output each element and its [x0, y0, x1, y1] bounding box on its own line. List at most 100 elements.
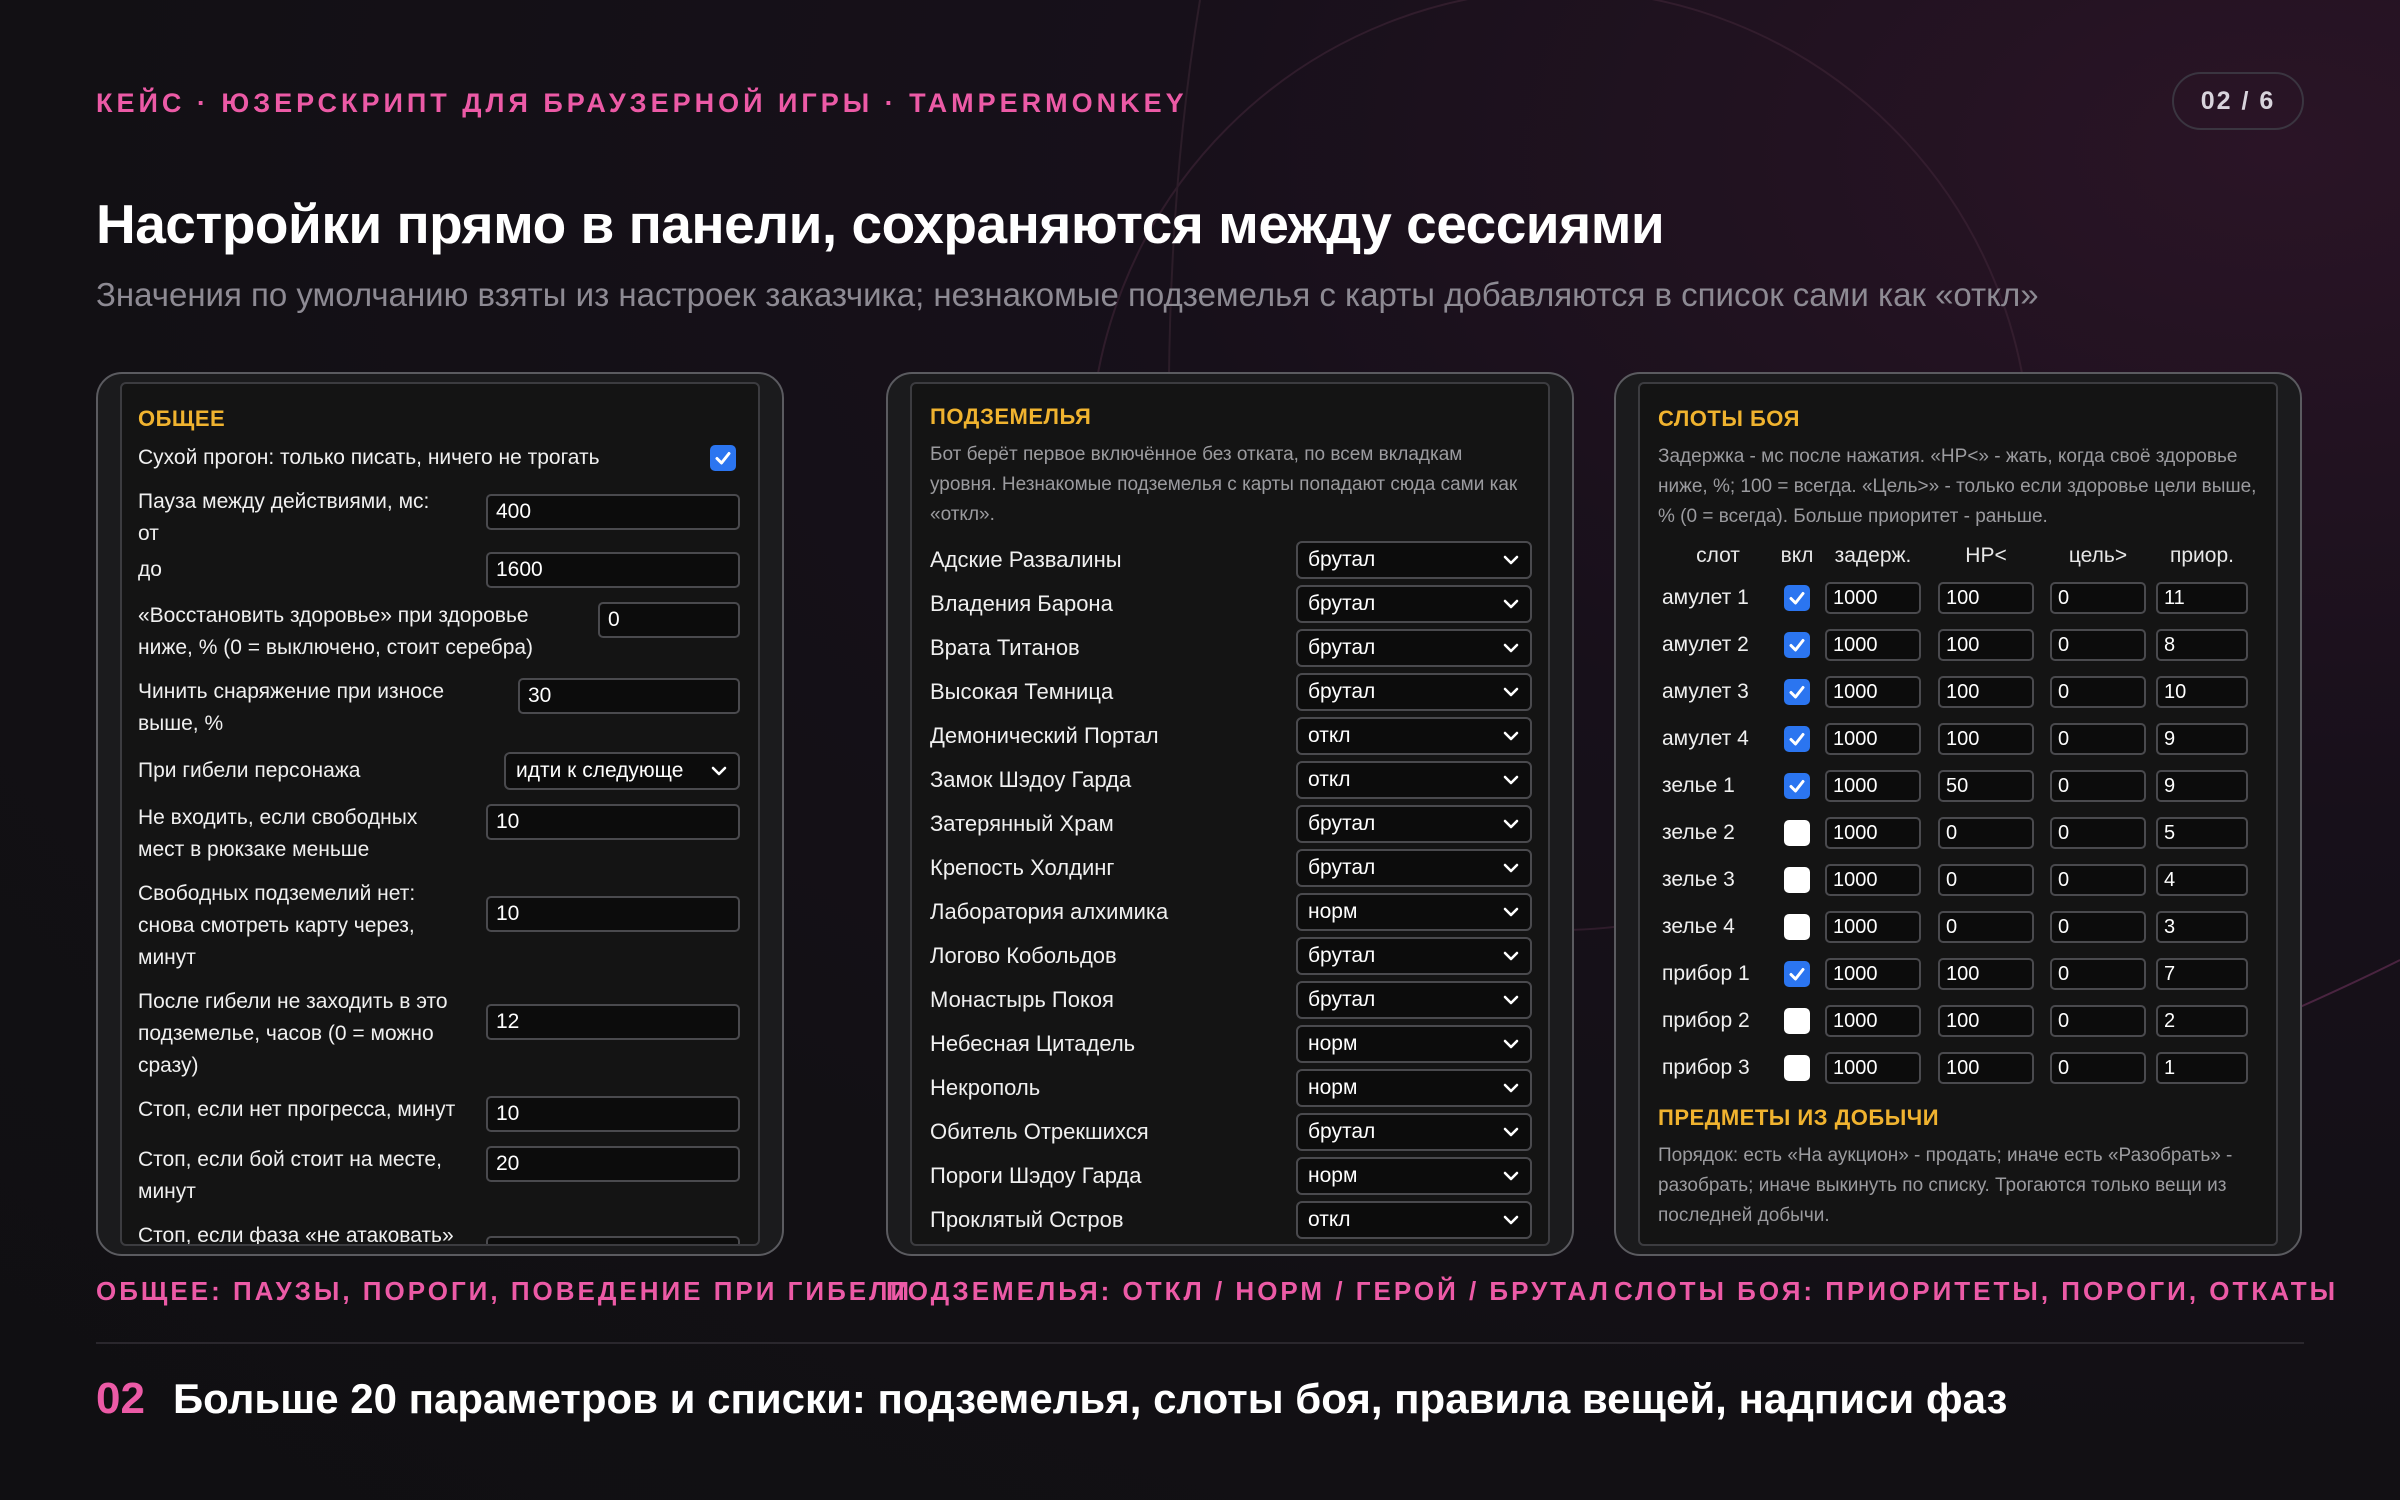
- dungeon-row: Небесная Цитадель норм: [930, 1022, 1532, 1066]
- slot-prio-input[interactable]: 4: [2156, 863, 2248, 896]
- dungeon-mode-select[interactable]: брутал: [1296, 585, 1532, 623]
- slot-hp-input[interactable]: 50: [1938, 769, 2034, 802]
- repair-input[interactable]: 30: [518, 678, 740, 714]
- slot-target-input[interactable]: 0: [2050, 1004, 2146, 1037]
- slot-delay-input[interactable]: 1000: [1825, 769, 1921, 802]
- slot-prio-input[interactable]: 8: [2156, 628, 2248, 661]
- slot-target-input[interactable]: 0: [2050, 910, 2146, 943]
- slot-prio-input[interactable]: 1: [2156, 1051, 2248, 1084]
- check-icon: [1789, 591, 1805, 604]
- col-hp: HP<: [1965, 544, 2007, 567]
- dungeon-mode-select[interactable]: брутал: [1296, 805, 1532, 843]
- slot-prio-input[interactable]: 10: [2156, 675, 2248, 708]
- slot-enabled-checkbox[interactable]: [1784, 772, 1810, 799]
- pause-to-input[interactable]: 1600: [486, 552, 740, 588]
- slot-enabled-checkbox[interactable]: [1784, 584, 1810, 611]
- dry-run-checkbox[interactable]: [710, 445, 736, 471]
- slot-prio-input[interactable]: 3: [2156, 910, 2248, 943]
- slot-enabled-checkbox[interactable]: [1784, 866, 1810, 893]
- slot-enabled-checkbox[interactable]: [1784, 725, 1810, 752]
- slot-delay-input[interactable]: 1000: [1825, 910, 1921, 943]
- slot-enabled-checkbox[interactable]: [1784, 960, 1810, 987]
- dungeon-mode-select[interactable]: норм: [1296, 1157, 1532, 1195]
- dungeon-mode-select[interactable]: брутал: [1296, 1113, 1532, 1151]
- slot-prio-input[interactable]: 7: [2156, 957, 2248, 990]
- dungeon-mode-select[interactable]: брутал: [1296, 981, 1532, 1019]
- after-death-input[interactable]: 12: [486, 1004, 740, 1040]
- slot-delay-input[interactable]: 1000: [1825, 675, 1921, 708]
- dungeon-mode-select[interactable]: брутал: [1296, 673, 1532, 711]
- dungeon-mode-select[interactable]: откл: [1296, 717, 1532, 755]
- slot-target-input[interactable]: 0: [2050, 1051, 2146, 1084]
- slot-enabled-checkbox[interactable]: [1784, 631, 1810, 658]
- dungeon-mode-select[interactable]: откл: [1296, 761, 1532, 799]
- slot-hp-input[interactable]: 100: [1938, 581, 2034, 614]
- chevron-down-icon: [1503, 1127, 1519, 1137]
- dungeons-panel-frame: ПОДЗЕМЕЛЬЯ Бот берёт первое включённое б…: [886, 372, 1574, 1256]
- slot-prio-input[interactable]: 9: [2156, 769, 2248, 802]
- pause-from-input[interactable]: 400: [486, 494, 740, 530]
- kicker: КЕЙС · ЮЗЕРСКРИПТ ДЛЯ БРАУЗЕРНОЙ ИГРЫ · …: [96, 88, 1188, 118]
- slot-hp-input[interactable]: 100: [1938, 957, 2034, 990]
- dungeon-mode-select[interactable]: брутал: [1296, 849, 1532, 887]
- phase-input[interactable]: 15: [486, 1236, 740, 1244]
- slot-delay-input[interactable]: 1000: [1825, 581, 1921, 614]
- slot-target-input[interactable]: 0: [2050, 863, 2146, 896]
- slot-hp-input[interactable]: 0: [1938, 863, 2034, 896]
- no-free-input[interactable]: 10: [486, 896, 740, 932]
- slot-enabled-checkbox[interactable]: [1784, 1007, 1810, 1034]
- bag-input[interactable]: 10: [486, 804, 740, 840]
- slot-delay-input[interactable]: 1000: [1825, 863, 1921, 896]
- check-icon: [1789, 967, 1805, 980]
- dungeon-mode-select[interactable]: норм: [1296, 893, 1532, 931]
- dungeon-row: Адские Развалины брутал: [930, 538, 1532, 582]
- chevron-down-icon: [1503, 1171, 1519, 1181]
- slot-delay-input[interactable]: 1000: [1825, 1051, 1921, 1084]
- slot-target-input[interactable]: 0: [2050, 722, 2146, 755]
- slot-prio-input[interactable]: 5: [2156, 816, 2248, 849]
- slot-hp-input[interactable]: 100: [1938, 628, 2034, 661]
- slot-name: зелье 1: [1662, 773, 1735, 797]
- slot-target-input[interactable]: 0: [2050, 769, 2146, 802]
- dungeon-name: Крепость Холдинг: [930, 855, 1115, 880]
- slot-prio-input[interactable]: 9: [2156, 722, 2248, 755]
- dungeon-mode-select[interactable]: брутал: [1296, 1245, 1532, 1246]
- slot-prio-input[interactable]: 2: [2156, 1004, 2248, 1037]
- stuck-input[interactable]: 20: [486, 1146, 740, 1182]
- slot-hp-input[interactable]: 100: [1938, 1051, 2034, 1084]
- slot-enabled-checkbox[interactable]: [1784, 913, 1810, 940]
- slot-hp-input[interactable]: 100: [1938, 1004, 2034, 1037]
- slot-delay-input[interactable]: 1000: [1825, 722, 1921, 755]
- heal-input[interactable]: 0: [598, 602, 740, 638]
- dungeon-mode-select[interactable]: норм: [1296, 1069, 1532, 1107]
- slot-row: зелье 1 1000 50 0 9: [1658, 762, 2260, 809]
- death-select[interactable]: идти к следующе: [504, 752, 740, 790]
- no-progress-input[interactable]: 10: [486, 1096, 740, 1132]
- dungeon-mode-select[interactable]: брутал: [1296, 629, 1532, 667]
- dungeon-mode-value: брутал: [1308, 548, 1376, 571]
- slot-target-input[interactable]: 0: [2050, 581, 2146, 614]
- slot-hp-input[interactable]: 100: [1938, 722, 2034, 755]
- dungeon-mode-select[interactable]: норм: [1296, 1025, 1532, 1063]
- slot-delay-input[interactable]: 1000: [1825, 957, 1921, 990]
- dungeon-row: Некрополь норм: [930, 1066, 1532, 1110]
- slot-delay-input[interactable]: 1000: [1825, 816, 1921, 849]
- slot-enabled-checkbox[interactable]: [1784, 1054, 1810, 1081]
- slot-target-input[interactable]: 0: [2050, 816, 2146, 849]
- slot-target-input[interactable]: 0: [2050, 957, 2146, 990]
- slot-target-input[interactable]: 0: [2050, 675, 2146, 708]
- slot-row: прибор 3 1000 100 0 1: [1658, 1044, 2260, 1091]
- chevron-down-icon: [1503, 1215, 1519, 1225]
- slot-delay-input[interactable]: 1000: [1825, 1004, 1921, 1037]
- slot-enabled-checkbox[interactable]: [1784, 678, 1810, 705]
- slot-hp-input[interactable]: 100: [1938, 675, 2034, 708]
- slot-target-input[interactable]: 0: [2050, 628, 2146, 661]
- slot-hp-input[interactable]: 0: [1938, 816, 2034, 849]
- slot-enabled-checkbox[interactable]: [1784, 819, 1810, 846]
- slot-hp-input[interactable]: 0: [1938, 910, 2034, 943]
- dungeon-mode-select[interactable]: брутал: [1296, 937, 1532, 975]
- dungeon-mode-select[interactable]: брутал: [1296, 541, 1532, 579]
- slot-delay-input[interactable]: 1000: [1825, 628, 1921, 661]
- slot-prio-input[interactable]: 11: [2156, 581, 2248, 614]
- dungeon-mode-select[interactable]: откл: [1296, 1201, 1532, 1239]
